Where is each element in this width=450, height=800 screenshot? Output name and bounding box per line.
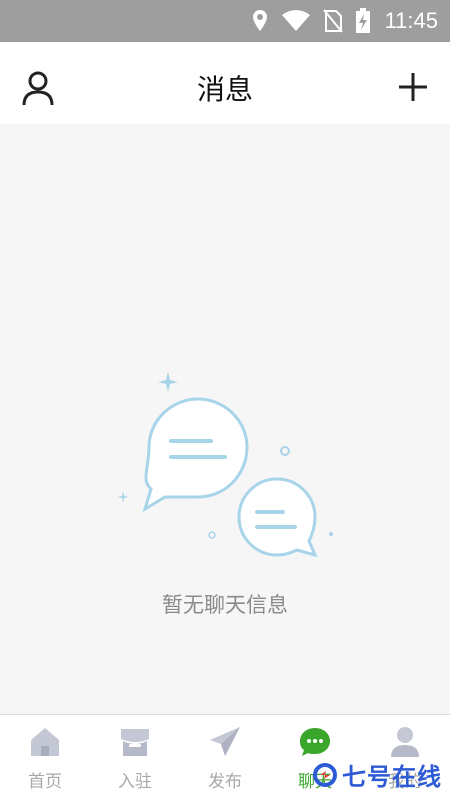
battery-charging-icon xyxy=(355,8,370,33)
wifi-icon xyxy=(281,10,310,31)
home-icon xyxy=(31,728,59,756)
watermark-text: 七号在线 xyxy=(342,763,442,791)
tab-home[interactable]: 首页 xyxy=(0,715,90,800)
tab-label: 发布 xyxy=(208,772,242,792)
chat-icon xyxy=(300,728,330,756)
tab-settle[interactable]: 入驻 xyxy=(90,715,180,800)
watermark: 七号在线 xyxy=(312,757,442,792)
message-list-empty: 暂无聊天信息 xyxy=(0,124,450,714)
location-icon xyxy=(252,10,267,31)
tab-label: 首页 xyxy=(28,772,62,792)
send-icon xyxy=(210,727,240,756)
empty-state-text: 暂无聊天信息 xyxy=(162,593,288,617)
empty-chat-illustration xyxy=(117,372,333,558)
tab-publish[interactable]: 发布 xyxy=(180,715,270,800)
tab-label: 入驻 xyxy=(118,772,152,792)
page-title: 消息 xyxy=(196,73,253,106)
status-bar: 11:45 xyxy=(0,0,450,42)
no-sim-icon xyxy=(322,9,343,33)
add-icon[interactable] xyxy=(396,70,430,104)
watermark-logo-icon xyxy=(313,762,337,787)
store-icon xyxy=(121,729,149,756)
person-icon xyxy=(391,727,419,757)
header: 消息 xyxy=(0,42,450,124)
status-time: 11:45 xyxy=(384,8,438,33)
